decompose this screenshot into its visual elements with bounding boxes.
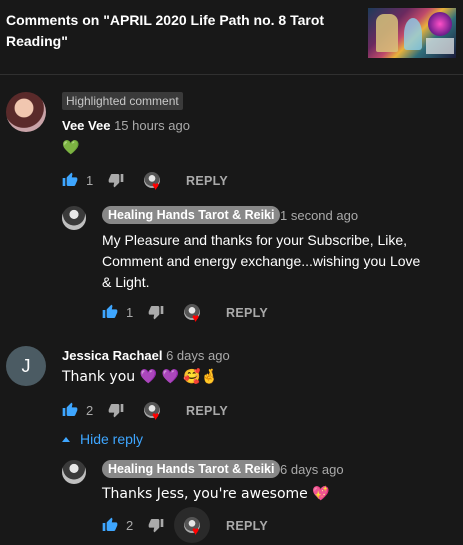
thumbs-up-icon[interactable] bbox=[62, 402, 78, 418]
comment-actions: 1 ♥ REPLY bbox=[62, 172, 242, 192]
creator-author-chip[interactable]: Healing Hands Tarot & Reiki bbox=[102, 206, 281, 224]
comment-actions: 2 ♥ REPLY bbox=[102, 507, 282, 543]
comment-time[interactable]: 6 days ago bbox=[280, 462, 344, 477]
creator-heart-icon: ♥ bbox=[144, 402, 164, 422]
reply-button[interactable]: REPLY bbox=[226, 519, 268, 533]
thumbs-up-icon[interactable] bbox=[62, 172, 78, 188]
reply-button[interactable]: REPLY bbox=[186, 174, 228, 188]
like-count: 1 bbox=[126, 305, 134, 320]
highlighted-comment-badge: Highlighted comment bbox=[62, 92, 183, 110]
avatar[interactable] bbox=[62, 206, 86, 230]
thumbs-down-icon[interactable] bbox=[148, 517, 164, 533]
author-name[interactable]: Jessica Rachael bbox=[62, 348, 162, 363]
comment-actions: 2 ♥ REPLY bbox=[62, 402, 242, 422]
comment-time[interactable]: 1 second ago bbox=[280, 208, 358, 223]
comment-time[interactable]: 6 days ago bbox=[166, 348, 230, 363]
comment-text: My Pleasure and thanks for your Subscrib… bbox=[102, 232, 421, 290]
avatar[interactable] bbox=[6, 92, 46, 132]
thumbs-down-icon[interactable] bbox=[108, 402, 124, 418]
thumbs-up-icon[interactable] bbox=[102, 304, 118, 320]
like-count: 2 bbox=[86, 403, 94, 418]
comment-author[interactable]: Jessica Rachael 6 days ago bbox=[62, 348, 230, 363]
video-thumbnail[interactable] bbox=[368, 8, 456, 58]
thumbs-up-icon[interactable] bbox=[102, 517, 118, 533]
like-count: 1 bbox=[86, 173, 94, 188]
creator-heart-icon[interactable]: ♥ bbox=[184, 304, 204, 324]
reply-button[interactable]: REPLY bbox=[186, 404, 228, 418]
page-title: Comments on "APRIL 2020 Life Path no. 8 … bbox=[6, 12, 325, 49]
comment-time[interactable]: 15 hours ago bbox=[114, 118, 190, 133]
comment-text: Thank you 💜 💜 🥰🤞 bbox=[62, 369, 219, 385]
author-name[interactable]: Vee Vee bbox=[62, 118, 110, 133]
comment-text: 💚 bbox=[62, 140, 80, 156]
creator-author-chip[interactable]: Healing Hands Tarot & Reiki bbox=[102, 460, 281, 478]
reply-button[interactable]: REPLY bbox=[226, 306, 268, 320]
hide-reply-label[interactable]: Hide reply bbox=[80, 431, 143, 447]
like-count: 2 bbox=[126, 518, 134, 533]
comment-text: Thanks Jess, you're awesome 💖 bbox=[102, 486, 330, 502]
caret-up-icon bbox=[62, 437, 70, 442]
thumbs-down-icon[interactable] bbox=[148, 304, 164, 320]
comment-author[interactable]: Vee Vee 15 hours ago bbox=[62, 118, 190, 133]
comments-header: Comments on "APRIL 2020 Life Path no. 8 … bbox=[0, 0, 463, 75]
avatar[interactable] bbox=[62, 460, 86, 484]
avatar[interactable]: J bbox=[6, 346, 46, 386]
comment-actions: 1 ♥ REPLY bbox=[102, 304, 282, 324]
creator-heart-icon[interactable]: ♥ bbox=[184, 517, 204, 537]
creator-heart-icon: ♥ bbox=[144, 172, 164, 192]
hide-reply-button[interactable]: Hide reply bbox=[62, 431, 143, 447]
thumbs-down-icon[interactable] bbox=[108, 172, 124, 188]
